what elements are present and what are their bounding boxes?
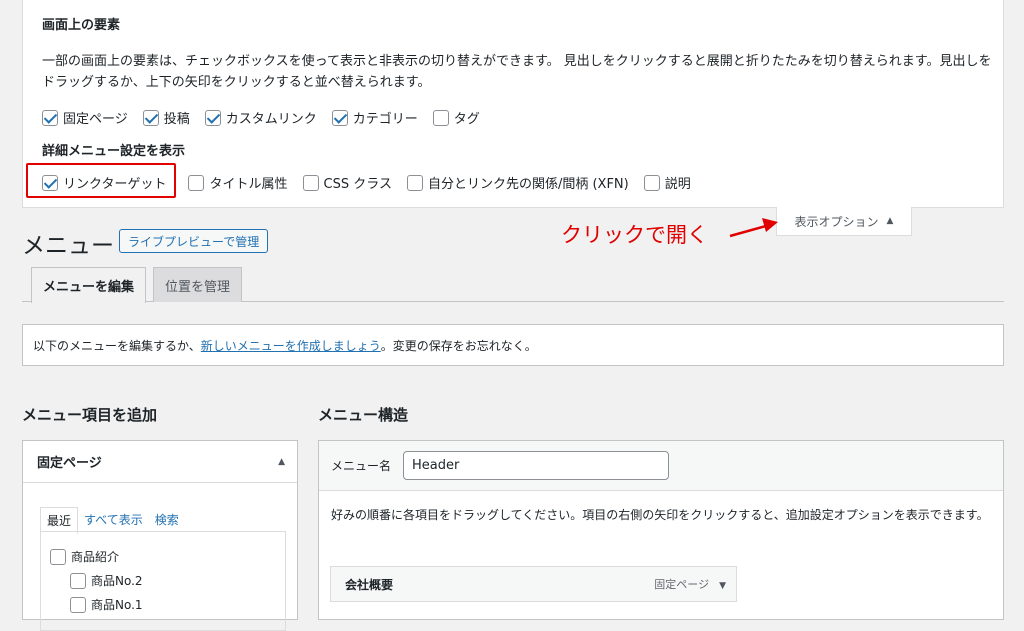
checkbox-description[interactable]: 説明 <box>643 173 691 192</box>
list-item-label: 商品No.2 <box>91 574 143 588</box>
menu-structure-description: 好みの順番に各項目をドラッグしてください。項目の右側の矢印をクリックすると、追加… <box>331 508 989 522</box>
caret-down-icon[interactable]: ▼ <box>719 581 726 591</box>
list-item-checkbox[interactable] <box>70 572 86 589</box>
caret-up-icon: ▲ <box>886 216 894 226</box>
checkbox-pages-label: 固定ページ <box>63 112 128 127</box>
checkbox-description-box[interactable] <box>643 174 660 191</box>
checkbox-css-classes[interactable]: CSS クラス <box>302 173 392 192</box>
caret-up-icon: ▲ <box>278 456 285 467</box>
pages-accordion-title: 固定ページ <box>37 456 102 471</box>
checkbox-css-classes-box[interactable] <box>302 174 319 191</box>
list-item-checkbox[interactable] <box>70 596 86 613</box>
checkbox-categories[interactable]: カテゴリー <box>331 108 418 127</box>
menu-name-input[interactable] <box>403 451 670 480</box>
nav-tabs: メニューを編集 位置を管理 <box>22 267 1004 303</box>
checkbox-xfn-label: 自分とリンク先の関係/間柄 (XFN) <box>427 177 629 192</box>
list-item[interactable]: 商品No.1 <box>70 596 143 613</box>
screen-options-title: 画面上の要素 <box>42 18 121 33</box>
create-menu-link[interactable]: 新しいメニューを作成しましょう <box>201 337 381 354</box>
list-item[interactable]: 商品紹介 <box>50 548 119 565</box>
menu-structure-panel: メニュー名 好みの順番に各項目をドラッグしてください。項目の右側の矢印をクリック… <box>318 440 1004 620</box>
list-item[interactable]: 商品No.2 <box>70 572 143 589</box>
checkbox-tags-box[interactable] <box>432 109 449 126</box>
checkbox-description-label: 説明 <box>664 177 691 192</box>
tab-manage-locations[interactable]: 位置を管理 <box>153 267 243 302</box>
tab-edit-menus[interactable]: メニューを編集 <box>31 267 147 303</box>
add-menu-items-title: メニュー項目を追加 <box>22 406 158 424</box>
menu-item-type: 固定ページ <box>654 578 710 591</box>
menu-item-company-profile[interactable]: 会社概要 固定ページ ▼ <box>330 566 737 602</box>
link-target-highlight <box>26 163 176 198</box>
tab-recent[interactable]: 最近 <box>40 507 79 534</box>
screen-options-description: 一部の画面上の要素は、チェックボックスを使って表示と非表示の切り替えができます。… <box>42 54 992 90</box>
pages-list: 商品紹介 商品No.2 商品No.1 <box>40 531 286 631</box>
pages-accordion-header[interactable]: 固定ページ ▲ <box>23 441 297 483</box>
menu-item-title: 会社概要 <box>345 577 394 592</box>
menu-structure-title: メニュー構造 <box>318 406 409 424</box>
screen-options-toggle[interactable]: 表示オプション ▲ <box>776 207 912 236</box>
list-item-checkbox[interactable] <box>50 548 66 565</box>
pages-accordion: 固定ページ ▲ 最近 すべて表示 検索 商品紹介 商品No.2 商品No.1 <box>22 440 298 631</box>
menu-name-label: メニュー名 <box>331 459 392 473</box>
checkbox-pages-box[interactable] <box>42 109 58 126</box>
checkbox-xfn[interactable]: 自分とリンク先の関係/間柄 (XFN) <box>406 173 629 192</box>
menu-item-meta: 固定ページ ▼ <box>654 576 726 592</box>
advanced-settings-title: 詳細メニュー設定を表示 <box>42 144 186 159</box>
checkbox-custom-links-box[interactable] <box>204 109 221 126</box>
page-title: メニュー <box>22 233 114 259</box>
annotation-text: クリックで開く <box>561 223 708 247</box>
list-item-label: 商品No.1 <box>91 598 143 612</box>
annotation-arrow-icon <box>729 218 778 238</box>
checkbox-categories-label: カテゴリー <box>352 112 418 127</box>
pages-inner-tabs: 最近 すべて表示 検索 <box>40 507 185 534</box>
checkbox-css-classes-label: CSS クラス <box>323 177 392 192</box>
checkbox-posts-box[interactable] <box>142 109 159 126</box>
list-item-label: 商品紹介 <box>71 550 120 564</box>
tab-search[interactable]: 検索 <box>149 507 185 534</box>
screen-options-toggle-label: 表示オプション <box>794 214 879 229</box>
checkbox-title-attribute[interactable]: タイトル属性 <box>188 173 288 192</box>
live-preview-button[interactable]: ライブプレビューで管理 <box>119 229 269 253</box>
checkbox-title-attribute-label: タイトル属性 <box>209 177 288 192</box>
checkbox-posts[interactable]: 投稿 <box>142 108 190 127</box>
notice-text-before: 以下のメニューを編集するか、 <box>33 338 201 353</box>
menu-name-row: メニュー名 <box>319 441 1003 491</box>
notice-text-after: 。変更の保存をお忘れなく。 <box>380 338 537 353</box>
edit-notice: 以下のメニューを編集するか、 新しいメニューを作成しましょう 。変更の保存をお忘れな… <box>22 324 1004 366</box>
checkbox-pages[interactable]: 固定ページ <box>42 108 128 127</box>
checkbox-categories-box[interactable] <box>331 109 348 126</box>
tab-view-all[interactable]: すべて表示 <box>78 507 149 534</box>
checkbox-title-attribute-box[interactable] <box>188 174 205 191</box>
checkbox-tags-label: タグ <box>453 112 480 127</box>
checkbox-custom-links[interactable]: カスタムリンク <box>204 108 317 127</box>
checkbox-tags[interactable]: タグ <box>432 108 480 127</box>
checkbox-xfn-box[interactable] <box>406 174 423 191</box>
checkbox-posts-label: 投稿 <box>163 112 190 127</box>
box-checkbox-row: 固定ページ 投稿 カスタムリンク カテゴリー タグ <box>42 108 495 127</box>
checkbox-custom-links-label: カスタムリンク <box>225 112 317 127</box>
